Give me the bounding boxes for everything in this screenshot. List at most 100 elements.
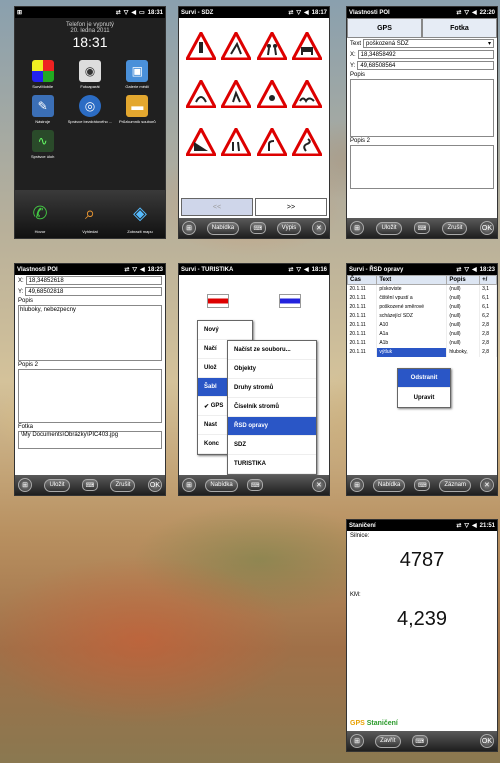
text-label: Text bbox=[350, 40, 362, 47]
next-button[interactable]: >> bbox=[255, 198, 327, 216]
bumpy-road-sign-icon[interactable] bbox=[292, 80, 323, 108]
submenu-item-load-file[interactable]: Načíst ze souboru... bbox=[228, 341, 316, 360]
cancel-button[interactable]: Zrušit bbox=[442, 221, 468, 235]
narrowing-sign-icon[interactable] bbox=[221, 128, 252, 156]
right-bend-sign-icon[interactable] bbox=[256, 128, 287, 156]
table-row[interactable]: 20.1.11 A1a (null) 2,8 bbox=[347, 329, 497, 339]
clock-widget[interactable]: Telefon je vypnutý 20. ledna 2011 18:31 bbox=[15, 22, 165, 50]
screen-poi-details: Vlastnosti POI ⇄ ▽ ◀ 18:23 X: 18,34852618 Y:… bbox=[14, 263, 166, 496]
windows-icon[interactable]: ⊞ bbox=[182, 478, 196, 492]
menu-button[interactable]: Nabídka bbox=[205, 478, 238, 492]
tabs: GPS Fotka bbox=[347, 18, 497, 38]
table-row-selected[interactable]: 20.1.11 výtluk hluboky, 2,8 bbox=[347, 347, 497, 357]
record-button[interactable]: Záznam bbox=[439, 478, 471, 492]
app-tools[interactable]: ✎ Nástroje bbox=[19, 95, 66, 124]
column-header-pm[interactable]: +/ bbox=[479, 275, 497, 285]
dock-search[interactable]: ⌕ Vyhledat bbox=[76, 199, 104, 235]
fotka-field[interactable]: \My Documents\Obrázky\PIC403.jpg bbox=[18, 431, 162, 449]
popis2-field[interactable] bbox=[18, 369, 162, 423]
traffic-light-sign-icon[interactable] bbox=[185, 32, 216, 60]
windows-icon[interactable]: ⊞ bbox=[18, 478, 32, 492]
x-field[interactable]: 18,34852618 bbox=[25, 276, 162, 285]
battery-icon: ▭ bbox=[138, 10, 145, 16]
app-wireless[interactable]: ◎ Správce bezdrátového ... bbox=[66, 95, 113, 124]
app-file-explorer[interactable]: ▬ Průzkumník souborů bbox=[114, 95, 161, 124]
edit-menu-item[interactable]: Upravit bbox=[398, 388, 450, 407]
double-bend-sign-icon[interactable] bbox=[292, 128, 323, 156]
save-button[interactable]: Uložit bbox=[44, 478, 70, 492]
delete-menu-item[interactable]: Odstranit bbox=[398, 369, 450, 388]
ok-button[interactable]: OK bbox=[147, 478, 162, 492]
popis-field[interactable] bbox=[350, 79, 494, 137]
y-field[interactable]: 49,68502818 bbox=[25, 287, 162, 296]
steep-hill-sign-icon[interactable] bbox=[185, 128, 216, 156]
keyboard-icon[interactable]: ⌨ bbox=[411, 735, 428, 747]
table-row[interactable]: 20.1.11 pískoviste (null) 3,1 bbox=[347, 284, 497, 294]
keyboard-icon[interactable]: ⌨ bbox=[247, 479, 264, 491]
table-row[interactable]: 20.1.11 A1b (null) 2,8 bbox=[347, 338, 497, 348]
table-row[interactable]: 20.1.11 A10 (null) 2,8 bbox=[347, 320, 497, 330]
windows-icon[interactable]: ⊞ bbox=[182, 221, 196, 235]
submenu-item-sdz[interactable]: SDZ bbox=[228, 436, 316, 455]
popis2-label: Popis 2 bbox=[350, 138, 371, 144]
volume-icon: ◀ bbox=[304, 267, 309, 273]
submenu-item-tree-types[interactable]: Druhy stromů bbox=[228, 379, 316, 398]
children-sign-icon[interactable] bbox=[256, 32, 287, 60]
windows-icon[interactable]: ⊞ bbox=[17, 9, 22, 16]
keyboard-icon[interactable]: ⌨ bbox=[81, 479, 98, 491]
close-icon[interactable]: ✕ bbox=[311, 221, 326, 235]
column-header-text[interactable]: Text bbox=[376, 275, 448, 285]
submenu-item-rsd[interactable]: ŘSD opravy bbox=[228, 417, 316, 436]
table-row[interactable]: 20.1.11 scházející SDZ (null) 6,2 bbox=[347, 311, 497, 321]
menu-item-new[interactable]: Nový bbox=[198, 321, 252, 340]
falling-rocks-sign-icon[interactable] bbox=[256, 80, 287, 108]
keyboard-icon[interactable]: ⌨ bbox=[413, 222, 430, 234]
popis2-field[interactable] bbox=[350, 145, 494, 189]
x-field[interactable]: 18,34858492 bbox=[357, 50, 494, 59]
table-row[interactable]: 20.1.11 čištění vpustí a (null) 6,1 bbox=[347, 293, 497, 303]
cancel-button[interactable]: Zrušit bbox=[110, 478, 136, 492]
app-camera[interactable]: ◉ Fotoaparát bbox=[66, 60, 113, 89]
app-media-gallery[interactable]: ▣ Galerie médií bbox=[114, 60, 161, 89]
table-row[interactable]: 20.1.11 poškozené směrové (null) 6,1 bbox=[347, 302, 497, 312]
screen-menu: Survi - TURISTIKA ⇄ ▽ ◀ 18:16 Nový Načí Ulo… bbox=[178, 263, 330, 496]
ok-button[interactable]: OK bbox=[479, 734, 494, 748]
context-menu: Odstranit Upravit bbox=[397, 368, 451, 408]
close-icon[interactable]: ✕ bbox=[311, 478, 326, 492]
list-button[interactable]: Výpis bbox=[276, 221, 302, 235]
submenu-item-objects[interactable]: Objekty bbox=[228, 360, 316, 379]
y-field[interactable]: 49,68508564 bbox=[357, 61, 494, 70]
taskbar: ⊞ Nabídka ⌨ ✕ bbox=[179, 475, 329, 495]
text-select[interactable]: poškozená SDZ ▾ bbox=[363, 39, 494, 48]
animals-sign-icon[interactable] bbox=[292, 32, 323, 60]
tab-gps[interactable]: GPS bbox=[347, 18, 422, 38]
dock-map[interactable]: ◈ Zobrazit mapu bbox=[126, 199, 154, 235]
app-survimobile[interactable]: SurviMobile bbox=[19, 60, 66, 89]
ok-button[interactable]: OK bbox=[479, 221, 494, 235]
workers-sign-icon[interactable] bbox=[221, 80, 252, 108]
menu-button[interactable]: Nabídka bbox=[372, 478, 406, 492]
submenu-item-turistika[interactable]: TURISTIKA bbox=[228, 455, 316, 474]
prev-button[interactable]: << bbox=[181, 198, 253, 216]
windows-icon[interactable]: ⊞ bbox=[350, 478, 364, 492]
submenu-item-tree-codes[interactable]: Číselník stromů bbox=[228, 398, 316, 417]
app-task-manager[interactable]: ∿ Správce úloh bbox=[19, 130, 66, 159]
keyboard-icon[interactable]: ⌨ bbox=[414, 479, 431, 491]
close-icon[interactable]: ✕ bbox=[479, 478, 494, 492]
gps-status: GPS Staničení bbox=[350, 720, 398, 727]
menu-button[interactable]: Nabídka bbox=[206, 221, 240, 235]
column-header-time[interactable]: Čas bbox=[347, 275, 378, 285]
windows-icon[interactable]: ⊞ bbox=[350, 221, 364, 235]
tab-photo[interactable]: Fotka bbox=[422, 18, 497, 38]
column-header-desc[interactable]: Popis bbox=[446, 275, 481, 285]
slippery-sign-icon[interactable] bbox=[185, 80, 216, 108]
x-label: X: bbox=[350, 51, 356, 58]
dock-call[interactable]: ✆ Hovor bbox=[26, 199, 54, 235]
keyboard-icon[interactable]: ⌨ bbox=[249, 222, 266, 234]
close-button[interactable]: Zavřít bbox=[375, 734, 401, 748]
popis-field[interactable]: hluboky, nebezpecny bbox=[18, 305, 162, 361]
save-button[interactable]: Uložit bbox=[376, 221, 402, 235]
chevron-down-icon: ▾ bbox=[487, 41, 491, 47]
windows-icon[interactable]: ⊞ bbox=[350, 734, 364, 748]
roadworks-sign-icon[interactable] bbox=[221, 32, 252, 60]
